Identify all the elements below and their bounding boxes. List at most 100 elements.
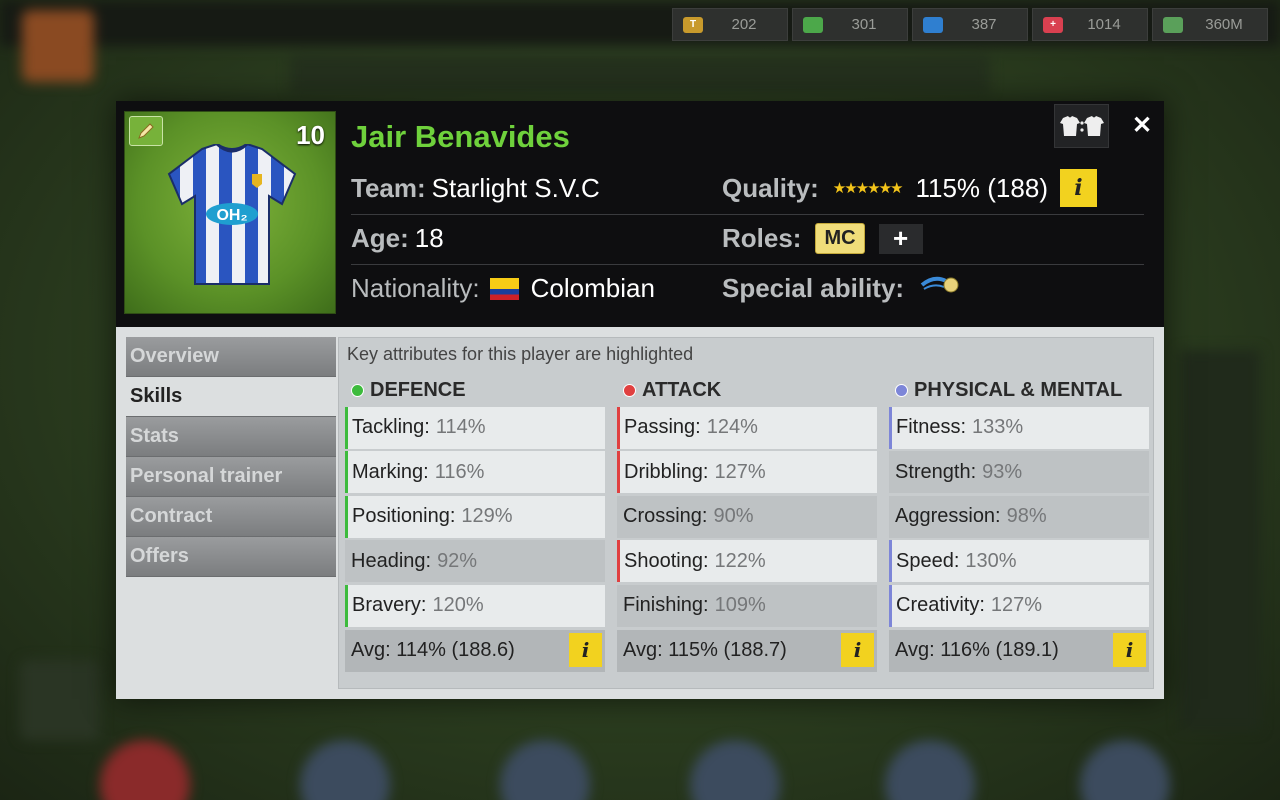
cash-icon: [803, 16, 823, 33]
special-ability-label: Special ability:: [722, 273, 905, 303]
attribute-value: 127%: [990, 594, 1043, 617]
attribute-row: Finishing: 109%: [617, 584, 877, 627]
attribute-row: Marking: 116%: [345, 451, 605, 494]
group-dot-icon: [351, 383, 364, 397]
attribute-value: 120%: [432, 594, 484, 617]
special-ability-row: Special ability:: [722, 273, 960, 304]
attribute-label: Strength:: [895, 460, 977, 483]
profile-menu: Overview Skills Stats Personal trainer Contr…: [126, 337, 336, 577]
attribute-label: Bravery:: [352, 594, 427, 617]
divider: [722, 264, 1144, 265]
attribute-value: 124%: [706, 416, 758, 439]
attribute-label: Finishing:: [623, 594, 709, 617]
player-portrait: 10 OH₂: [124, 111, 336, 314]
attribute-value: 116%: [434, 460, 485, 483]
attribute-row: Strength: 93%: [889, 451, 1149, 494]
attribute-value: 109%: [714, 594, 766, 617]
attribute-row: Speed: 130%: [889, 540, 1149, 583]
attribute-row: Bravery: 120%: [345, 584, 605, 627]
menu-item-skills[interactable]: Skills: [126, 377, 336, 417]
attribute-value: 93%: [982, 460, 1023, 483]
currency-item[interactable]: 301: [792, 8, 908, 41]
close-button[interactable]: ✕: [1132, 111, 1152, 140]
background-player-token: [500, 740, 590, 800]
background-player-token: [1080, 740, 1170, 800]
currency-item[interactable]: T 202: [672, 8, 788, 41]
menu-item-stats[interactable]: Stats: [126, 417, 336, 457]
menu-item-offers[interactable]: Offers: [126, 537, 336, 577]
currency-item[interactable]: +1014: [1032, 8, 1148, 41]
attribute-group-attack: ATTACK Passing: 124% Dribbling: 127% Crossing…: [617, 376, 877, 672]
attribute-value: 98%: [1006, 505, 1047, 528]
player-details-body: Overview Skills Stats Personal trainer Contr…: [116, 327, 1164, 699]
average-row: Avg: 115% (188.7) i: [617, 629, 877, 672]
attribute-row: Passing: 124%: [617, 406, 877, 449]
attribute-label: Heading:: [351, 549, 432, 572]
attribute-label: Shooting:: [624, 549, 709, 572]
attribute-row: Tackling: 114%: [345, 406, 605, 449]
group-title-text: ATTACK: [642, 378, 722, 401]
currency-value: 202: [731, 16, 757, 33]
nationality-row: Nationality: Colombian: [351, 273, 655, 304]
quality-info-button[interactable]: i: [1059, 169, 1097, 207]
attribute-label: Marking:: [352, 460, 429, 483]
attribute-row: Fitness: 133%: [889, 406, 1149, 449]
average-value: Avg: 114% (188.6): [351, 639, 515, 662]
average-info-button[interactable]: i: [841, 632, 874, 667]
health-icon: +: [1043, 16, 1063, 33]
energy-icon: [923, 16, 943, 33]
group-title-text: PHYSICAL & MENTAL: [914, 378, 1123, 401]
average-info-button[interactable]: i: [569, 632, 602, 667]
divider: [351, 264, 726, 265]
menu-item-overview[interactable]: Overview: [126, 337, 336, 377]
attribute-value: 127%: [714, 460, 766, 483]
nationality-value: Colombian: [530, 273, 655, 303]
edit-pencil-icon[interactable]: [129, 116, 163, 146]
attribute-value: 130%: [965, 549, 1017, 572]
compare-button[interactable]: [1054, 104, 1109, 148]
attribute-label: Passing:: [624, 416, 701, 439]
roles-label: Roles:: [722, 223, 802, 253]
attribute-value: 129%: [461, 505, 513, 528]
menu-item-personal-trainer[interactable]: Personal trainer: [126, 457, 336, 497]
currency-item[interactable]: 360M: [1152, 8, 1268, 41]
average-value: Avg: 116% (189.1): [895, 639, 1059, 662]
menu-item-contract[interactable]: Contract: [126, 497, 336, 537]
key-attributes-hint: Key attributes for this player are highl…: [347, 344, 694, 364]
group-dot-icon: [895, 383, 908, 397]
team-value: Starlight S.V.C: [431, 173, 600, 203]
attribute-label: Tackling:: [352, 416, 430, 439]
age-value: 18: [414, 223, 444, 253]
jersey-icon: OH₂: [167, 142, 297, 294]
attribute-group-defence: DEFENCE Tackling: 114% Marking: 116% Position…: [345, 376, 605, 672]
attribute-label: Fitness:: [896, 416, 967, 439]
background-player-token: [300, 740, 390, 800]
compare-shirts-icon: [1059, 116, 1104, 136]
background-player-token: [690, 740, 780, 800]
player-header: 10 OH₂ Jair Benavides ✕ Team: Starlight …: [116, 101, 1164, 327]
attribute-label: Positioning:: [352, 505, 456, 528]
role-badge[interactable]: MC: [815, 223, 865, 254]
currency-item[interactable]: 387: [912, 8, 1028, 41]
sponsor-text: OH₂: [216, 207, 247, 224]
group-dot-icon: [623, 383, 636, 397]
attribute-label: Dribbling:: [624, 460, 709, 483]
attribute-row: Heading: 92%: [345, 540, 605, 583]
attribute-row: Positioning: 129%: [345, 495, 605, 538]
add-role-button[interactable]: +: [878, 223, 923, 254]
average-info-button[interactable]: i: [1113, 632, 1146, 667]
average-row: Avg: 116% (189.1) i: [889, 629, 1149, 672]
special-ability-ball-icon[interactable]: [920, 273, 960, 304]
colombia-flag-icon: [489, 277, 519, 300]
team-row: Team: Starlight S.V.C: [351, 173, 600, 204]
attribute-group-physical-mental: PHYSICAL & MENTAL Fitness: 133% Strength: 93…: [889, 376, 1149, 672]
attribute-value: 92%: [437, 549, 478, 572]
age-label: Age:: [351, 223, 409, 253]
age-row: Age: 18: [351, 223, 444, 254]
team-label: Team:: [351, 173, 426, 203]
attribute-row: Dribbling: 127%: [617, 451, 877, 494]
attribute-label: Creativity:: [896, 594, 985, 617]
divider: [351, 214, 726, 215]
currency-bar: T 202 301 387 +1014 360M: [672, 8, 1268, 41]
background-tabs: [290, 55, 990, 93]
